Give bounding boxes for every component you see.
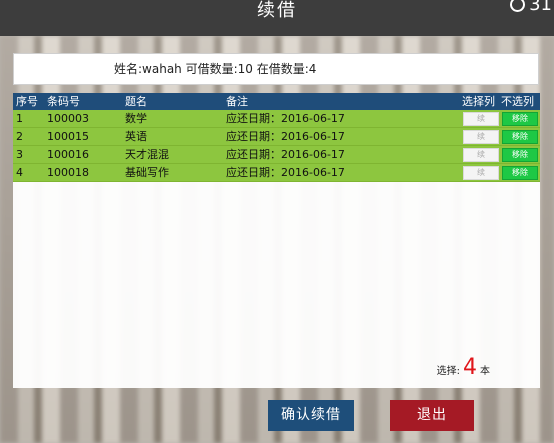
- exit-button[interactable]: 退出: [390, 400, 474, 431]
- selection-count: 选择: 4 本: [436, 355, 490, 380]
- remove-button[interactable]: 移除: [502, 112, 538, 126]
- row-note: 应还日期：2016-06-17: [226, 166, 345, 179]
- row-index: 1: [16, 112, 23, 125]
- table-row[interactable]: 1 100003 数学 应还日期：2016-06-17 续 移除: [13, 110, 540, 128]
- row-note: 应还日期：2016-06-17: [226, 130, 345, 143]
- col-select: 选择列: [462, 95, 495, 108]
- row-index: 4: [16, 166, 23, 179]
- row-index: 2: [16, 130, 23, 143]
- row-note: 应还日期：2016-06-17: [226, 148, 345, 161]
- remove-button[interactable]: 移除: [502, 148, 538, 162]
- page-title: 续借: [257, 0, 297, 21]
- col-barcode: 条码号: [47, 95, 80, 108]
- confirm-renew-button[interactable]: 确认续借: [268, 400, 354, 431]
- row-title: 英语: [125, 130, 147, 143]
- countdown-timer: 31: [510, 0, 552, 15]
- row-note: 应还日期：2016-06-17: [226, 112, 345, 125]
- row-barcode: 100018: [47, 166, 89, 179]
- renew-button[interactable]: 续: [463, 166, 499, 180]
- table-header: 序号 条码号 题名 备注 选择列 不选列: [13, 93, 540, 110]
- col-note: 备注: [226, 95, 248, 108]
- reader-info-text: 姓名:wahah 可借数量:10 在借数量:4: [114, 62, 317, 76]
- row-title: 数学: [125, 112, 147, 125]
- title-bar: 续借 31: [0, 0, 554, 36]
- reader-info-box: 姓名:wahah 可借数量:10 在借数量:4: [13, 53, 539, 85]
- selection-number: 4: [463, 355, 477, 380]
- renew-button[interactable]: 续: [463, 112, 499, 126]
- row-title: 基础写作: [125, 166, 169, 179]
- selection-prefix: 选择:: [436, 366, 460, 377]
- selection-suffix: 本: [480, 366, 490, 377]
- renew-button[interactable]: 续: [463, 148, 499, 162]
- renew-button[interactable]: 续: [463, 130, 499, 144]
- remove-button[interactable]: 移除: [502, 130, 538, 144]
- row-barcode: 100003: [47, 112, 89, 125]
- col-index: 序号: [16, 95, 38, 108]
- row-barcode: 100016: [47, 148, 89, 161]
- clock-icon: [510, 0, 526, 12]
- table-row[interactable]: 2 100015 英语 应还日期：2016-06-17 续 移除: [13, 128, 540, 146]
- col-title: 题名: [125, 95, 147, 108]
- borrowed-books-panel: 序号 条码号 题名 备注 选择列 不选列 1 100003 数学 应还日期：20…: [13, 93, 540, 388]
- col-unselect: 不选列: [501, 95, 534, 108]
- row-title: 天才混混: [125, 148, 169, 161]
- table-row[interactable]: 3 100016 天才混混 应还日期：2016-06-17 续 移除: [13, 146, 540, 164]
- table-row[interactable]: 4 100018 基础写作 应还日期：2016-06-17 续 移除: [13, 164, 540, 182]
- countdown-value: 31: [529, 0, 552, 15]
- remove-button[interactable]: 移除: [502, 166, 538, 180]
- row-index: 3: [16, 148, 23, 161]
- row-barcode: 100015: [47, 130, 89, 143]
